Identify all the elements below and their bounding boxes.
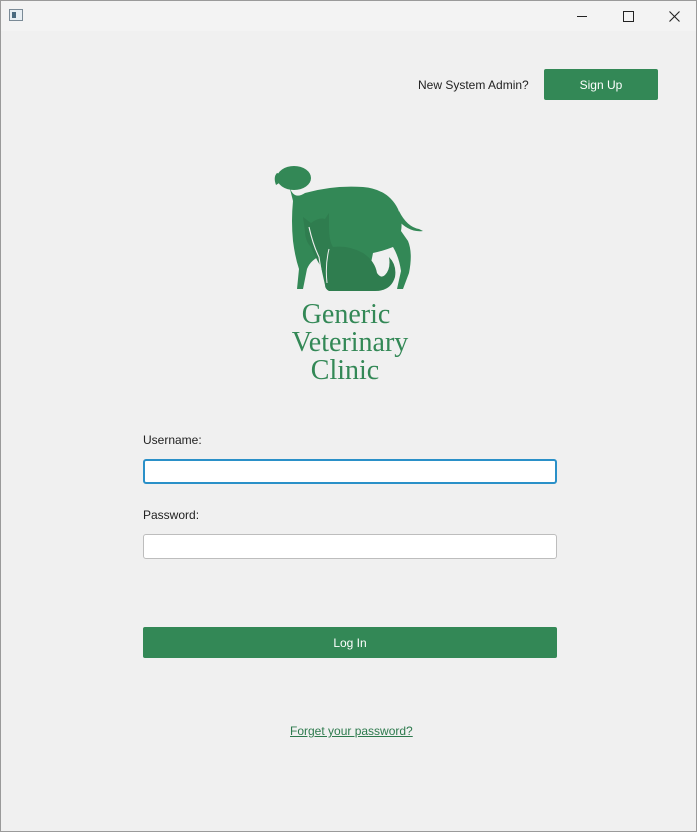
log-in-button[interactable]: Log In	[143, 627, 557, 658]
clinic-logo: Generic Veterinary Clinic	[274, 166, 423, 386]
dog-cat-silhouette-icon	[274, 166, 423, 291]
app-window: New System Admin? Sign Up Generic Veteri…	[0, 0, 697, 832]
username-label: Username:	[143, 433, 202, 447]
username-input[interactable]	[143, 459, 557, 484]
password-input[interactable]	[143, 534, 557, 559]
close-button[interactable]	[651, 1, 697, 31]
maximize-button[interactable]	[605, 1, 651, 31]
sign-up-button[interactable]: Sign Up	[544, 69, 658, 100]
title-bar	[1, 1, 696, 31]
logo-line-3: Clinic	[311, 355, 379, 386]
minimize-icon	[577, 15, 587, 17]
app-icon	[9, 9, 23, 21]
forgot-password-link[interactable]: Forget your password?	[290, 724, 413, 738]
maximize-icon	[622, 10, 634, 22]
logo-line-2: Veterinary	[292, 327, 409, 358]
minimize-button[interactable]	[559, 1, 605, 31]
new-admin-prompt: New System Admin?	[418, 78, 529, 92]
logo-line-1: Generic	[302, 299, 391, 330]
password-label: Password:	[143, 508, 200, 522]
close-icon	[668, 10, 680, 22]
